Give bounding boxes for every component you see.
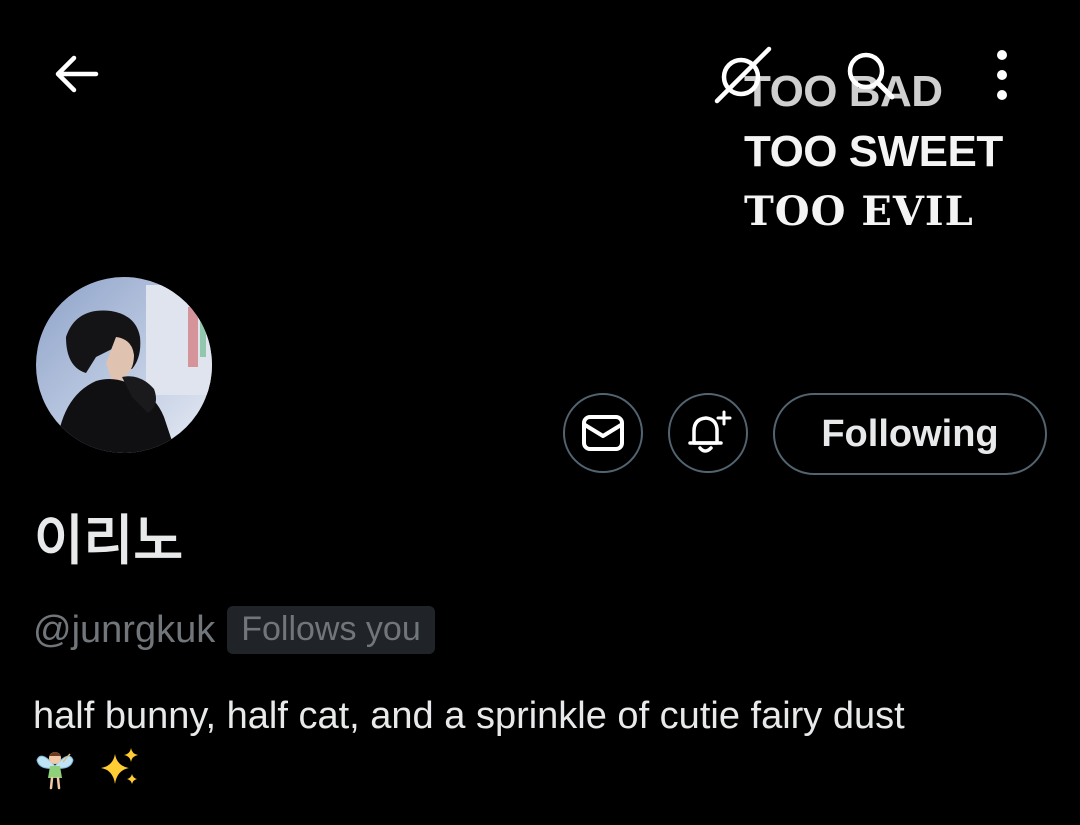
message-button[interactable] <box>563 393 643 473</box>
display-name: 이리노 <box>34 509 184 572</box>
bio-text: half bunny, half cat, and a sprinkle of … <box>33 695 905 737</box>
bio-emoji-row <box>33 746 1053 790</box>
grok-icon <box>714 46 772 104</box>
handle-row: @junrgkuk Follows you <box>33 605 435 655</box>
back-button[interactable] <box>40 44 112 104</box>
notifications-button[interactable] <box>668 393 748 473</box>
search-button[interactable] <box>835 40 905 110</box>
sparkles-emoji <box>101 748 138 784</box>
avatar[interactable] <box>32 273 216 457</box>
username-handle: @junrgkuk <box>33 608 216 651</box>
more-button[interactable] <box>972 40 1032 110</box>
banner-line: TOO EVIL <box>744 188 974 235</box>
following-button[interactable]: Following <box>773 393 1047 475</box>
arrow-left-icon <box>55 55 99 93</box>
bell-plus-icon <box>688 410 732 453</box>
more-vertical-icon <box>997 50 1007 100</box>
avatar-image <box>36 277 212 453</box>
envelope-icon <box>582 415 624 451</box>
follows-you-badge: Follows you <box>227 606 435 654</box>
fairy-emoji <box>36 752 74 790</box>
grok-button[interactable] <box>708 40 778 110</box>
search-icon <box>847 52 895 100</box>
profile-bio: half bunny, half cat, and a sprinkle of … <box>33 690 1053 790</box>
banner-line: TOO SWEET <box>744 127 1003 176</box>
